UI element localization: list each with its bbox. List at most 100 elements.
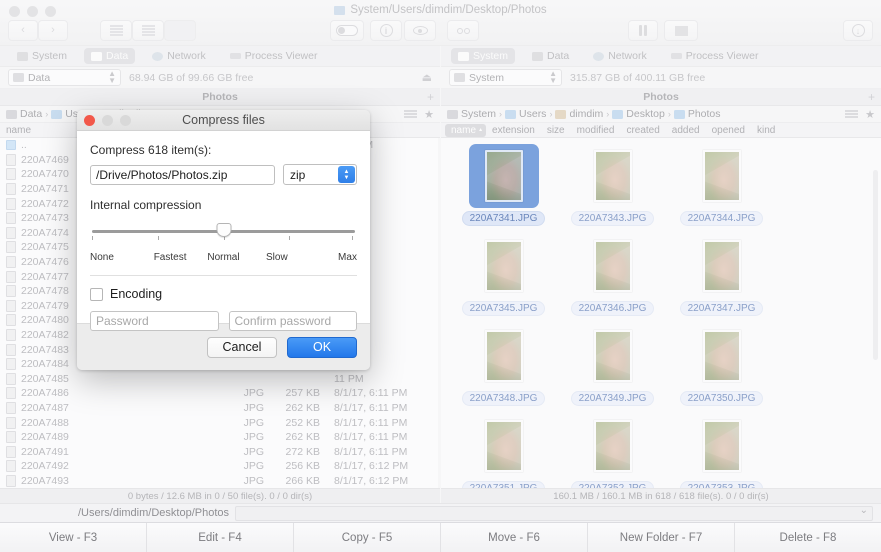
right-tab-system[interactable]: System: [451, 48, 516, 64]
right-column-kind[interactable]: kind: [751, 125, 781, 136]
info-button[interactable]: i: [370, 20, 402, 41]
fkey-view[interactable]: View - F3: [0, 523, 147, 552]
eject-icon[interactable]: ⏏: [422, 71, 432, 84]
favorite-star-icon[interactable]: ★: [424, 108, 434, 121]
ok-button[interactable]: OK: [287, 336, 357, 358]
screen-button[interactable]: [664, 20, 698, 41]
thumbnail-image[interactable]: [578, 324, 648, 388]
table-row[interactable]: 220A7493 JPG 266 KB 8/1/17, 6:12 PM: [0, 474, 438, 488]
back-button[interactable]: ‹: [8, 20, 38, 41]
thumbnail-image[interactable]: [469, 324, 539, 388]
right-drive-select[interactable]: System ▲ ▼: [449, 69, 562, 86]
left-tab-system[interactable]: System: [10, 48, 74, 64]
password-input[interactable]: Password: [90, 311, 219, 331]
search-button[interactable]: [447, 20, 479, 41]
fkey-edit[interactable]: Edit - F4: [147, 523, 294, 552]
thumbnail-image[interactable]: [578, 234, 648, 298]
right-column-modified[interactable]: modified: [571, 125, 621, 136]
breadcrumb-item[interactable]: Users: [505, 108, 546, 120]
table-row[interactable]: 220A7489 JPG 262 KB 8/1/17, 6:11 PM: [0, 430, 438, 445]
right-column-name[interactable]: name: [445, 123, 487, 137]
right-column-created[interactable]: created: [620, 125, 665, 136]
detail-view-button[interactable]: [132, 20, 164, 41]
breadcrumb-item[interactable]: Data: [6, 108, 42, 120]
list-view-button[interactable]: [100, 20, 132, 41]
thumbnail-image[interactable]: [687, 144, 757, 208]
breadcrumb-item[interactable]: dimdim: [555, 108, 603, 120]
left-drive-row: Data ▲ ▼ 68.94 GB of 99.66 GB free ⏏: [0, 67, 440, 89]
archive-format-select[interactable]: zip ▲ ▼: [283, 164, 357, 185]
fkey-new-folder[interactable]: New Folder - F7: [588, 523, 735, 552]
right-column-opened[interactable]: opened: [706, 125, 751, 136]
add-tab-icon[interactable]: +: [868, 90, 875, 104]
right-folder-tab[interactable]: Photos: [643, 91, 679, 103]
thumbnail-image[interactable]: [469, 414, 539, 478]
preview-button[interactable]: [404, 20, 436, 41]
add-tab-icon[interactable]: +: [427, 90, 434, 104]
forward-button[interactable]: ›: [38, 20, 68, 41]
left-column-name[interactable]: name: [0, 125, 37, 136]
right-tab-network[interactable]: Network: [586, 48, 654, 64]
breadcrumb-item[interactable]: System: [447, 108, 496, 120]
menu-icon[interactable]: [404, 110, 418, 118]
thumbnail-item[interactable]: 220A7348.JPG: [449, 324, 558, 406]
dialog-close-button[interactable]: [84, 114, 95, 126]
thumbnail-item[interactable]: 220A7345.JPG: [449, 234, 558, 316]
right-thumbnail-grid[interactable]: 220A7341.JPG 220A7343.JPG 220A7344.JPG 220A…: [441, 138, 881, 488]
left-tab-network[interactable]: Network: [145, 48, 213, 64]
left-tab-data[interactable]: Data: [84, 48, 136, 64]
right-column-added[interactable]: added: [666, 125, 706, 136]
thumbnail-item[interactable]: 220A7341.JPG: [449, 144, 558, 226]
thumbnail-item[interactable]: 220A7343.JPG: [558, 144, 667, 226]
fkey-copy[interactable]: Copy - F5: [294, 523, 441, 552]
split-panes-button[interactable]: [628, 20, 658, 41]
encoding-checkbox[interactable]: [90, 287, 103, 301]
blank-view-button[interactable]: [164, 20, 196, 41]
download-button[interactable]: ↓: [843, 20, 873, 41]
table-row[interactable]: 220A7492 JPG 256 KB 8/1/17, 6:12 PM: [0, 459, 438, 474]
fkey-delete[interactable]: Delete - F8: [735, 523, 881, 552]
favorite-star-icon[interactable]: ★: [865, 108, 875, 121]
thumbnail-item[interactable]: 220A7349.JPG: [558, 324, 667, 406]
right-tab-data[interactable]: Data: [525, 48, 576, 64]
file-name: 220A7491: [21, 445, 69, 458]
compression-slider[interactable]: [92, 222, 355, 256]
thumbnail-item[interactable]: 220A7344.JPG: [667, 144, 776, 226]
thumbnail-item[interactable]: 220A7351.JPG: [449, 414, 558, 488]
left-folder-tab[interactable]: Photos: [202, 91, 238, 103]
thumbnail-image[interactable]: [578, 144, 648, 208]
menu-icon[interactable]: [845, 110, 859, 118]
fkey-move[interactable]: Move - F6: [441, 523, 588, 552]
breadcrumb-item[interactable]: Desktop: [612, 108, 665, 120]
table-row[interactable]: 220A7486 JPG 257 KB 8/1/17, 6:11 PM: [0, 386, 438, 401]
confirm-password-input[interactable]: Confirm password: [228, 311, 357, 331]
table-row[interactable]: 220A7487 JPG 262 KB 8/1/17, 6:11 PM: [0, 401, 438, 416]
right-tab-process-viewer[interactable]: Process Viewer: [664, 48, 766, 64]
thumbnail-item[interactable]: 220A7352.JPG: [558, 414, 667, 488]
right-column-extension[interactable]: extension: [486, 125, 541, 136]
table-row[interactable]: 220A7488 JPG 252 KB 8/1/17, 6:11 PM: [0, 415, 438, 430]
thumbnail-image[interactable]: [469, 234, 539, 298]
breadcrumb-item[interactable]: Photos: [673, 108, 721, 120]
left-tab-process-viewer[interactable]: Process Viewer: [223, 48, 325, 64]
right-column-size[interactable]: size: [541, 125, 571, 136]
thumbnail-image[interactable]: [687, 324, 757, 388]
thumbnail-image[interactable]: [687, 414, 757, 478]
encoding-row[interactable]: Encoding: [90, 287, 357, 301]
table-row[interactable]: 220A7491 JPG 272 KB 8/1/17, 6:11 PM: [0, 444, 438, 459]
slider-knob[interactable]: [216, 223, 231, 237]
cancel-button[interactable]: Cancel: [207, 336, 277, 358]
thumbnail-item[interactable]: 220A7347.JPG: [667, 234, 776, 316]
right-panel-scrollbar[interactable]: [873, 170, 878, 360]
thumbnail-image[interactable]: [578, 414, 648, 478]
thumbnail-item[interactable]: 220A7353.JPG: [667, 414, 776, 488]
left-drive-select[interactable]: Data ▲ ▼: [8, 69, 121, 86]
archive-path-input[interactable]: /Drive/Photos/Photos.zip: [90, 164, 275, 185]
command-input[interactable]: [235, 505, 873, 521]
thumbnail-item[interactable]: 220A7346.JPG: [558, 234, 667, 316]
table-row[interactable]: 220A7485 11 PM: [0, 372, 438, 387]
thumbnail-item[interactable]: 220A7350.JPG: [667, 324, 776, 406]
thumbnail-image[interactable]: [687, 234, 757, 298]
thumbnail-image[interactable]: [468, 144, 539, 208]
toggle-switch-button[interactable]: [330, 20, 364, 41]
